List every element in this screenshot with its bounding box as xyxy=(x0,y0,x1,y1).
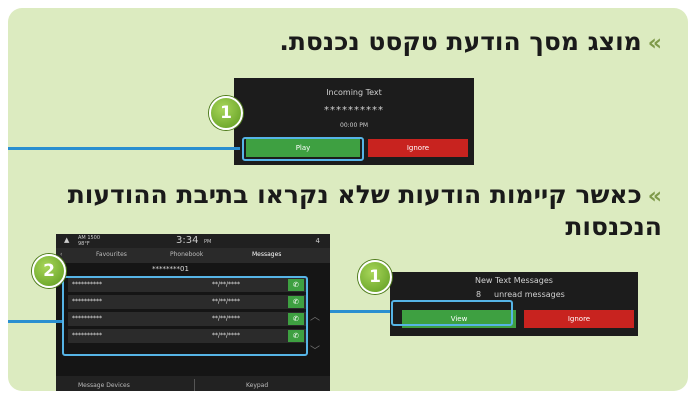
step-badge-1: 1 xyxy=(209,96,243,130)
heading-text: מוצג מסך הודעת טקסט נכנסת. xyxy=(279,27,642,56)
message-devices-button[interactable]: Message Devices xyxy=(78,382,130,389)
tab-bar: ‹ Favourites Phonebook Messages xyxy=(56,248,330,263)
tab-favourites[interactable]: Favourites xyxy=(96,251,127,258)
scroll-down-icon[interactable]: ﹀ xyxy=(310,342,320,357)
heading-text: כאשר קיימות הודעות שלא נקראו בתיבת ההודע… xyxy=(67,180,662,241)
messages-highlight xyxy=(62,276,308,356)
info-panel: »מוצג מסך הודעת טקסט נכנסת. Incoming Tex… xyxy=(8,8,688,391)
temp-label: 98°F xyxy=(78,241,90,247)
signal-indicator: 4 xyxy=(315,237,320,245)
footer-divider xyxy=(194,379,195,391)
clock-ampm: PM xyxy=(204,239,212,245)
new-messages-title: New Text Messages xyxy=(475,276,553,285)
clock: 3:34 xyxy=(176,235,199,246)
status-bar: ▲ AM 1500 98°F 3:34 PM 4 xyxy=(56,234,330,248)
incoming-title: Incoming Text xyxy=(326,88,382,97)
chevron-icon: » xyxy=(647,31,662,56)
step-badge-2: 2 xyxy=(32,254,66,288)
heading-unread: »כאשר קיימות הודעות שלא נקראו בתיבת ההוד… xyxy=(42,180,662,242)
back-icon[interactable]: ‹ xyxy=(60,251,62,258)
callout-line-2 xyxy=(8,320,62,323)
play-highlight xyxy=(242,137,364,161)
tab-phonebook[interactable]: Phonebook xyxy=(170,251,203,258)
view-highlight xyxy=(391,300,513,326)
phone-number: ********01 xyxy=(152,265,189,273)
heading-incoming-text: »מוצג מסך הודעת טקסט נכנסת. xyxy=(279,27,662,59)
tab-messages[interactable]: Messages xyxy=(252,251,281,258)
callout-line xyxy=(8,147,240,150)
keypad-button[interactable]: Keypad xyxy=(246,382,268,389)
incoming-time: 00:00 PM xyxy=(340,122,368,129)
scroll-up-icon[interactable]: ︿ xyxy=(310,308,320,323)
chevron-icon: » xyxy=(647,184,662,209)
ignore-button[interactable]: Ignore xyxy=(524,310,634,328)
unread-label: unread messages xyxy=(494,290,565,299)
step-badge-1b: 1 xyxy=(358,260,392,294)
home-icon[interactable]: ▲ xyxy=(64,236,69,244)
unread-count: 8 xyxy=(476,290,482,299)
incoming-number: ********** xyxy=(324,105,384,116)
footer-bar: Message Devices Keypad xyxy=(56,376,330,391)
ignore-button[interactable]: Ignore xyxy=(368,139,468,157)
